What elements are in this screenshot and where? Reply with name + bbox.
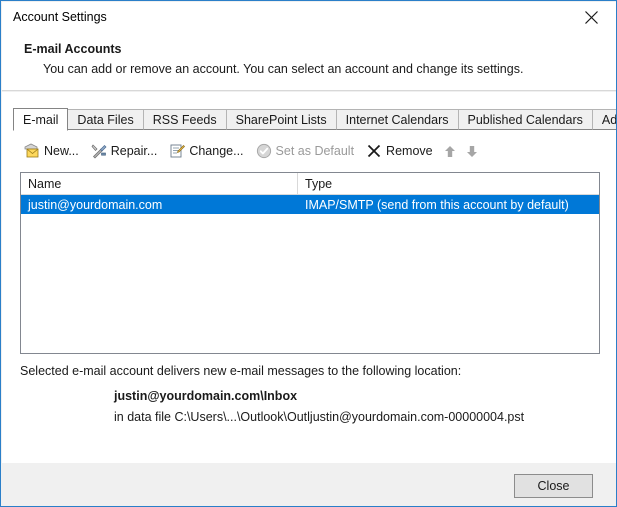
delivery-caption: Selected e-mail account delivers new e-m… <box>20 364 462 378</box>
title-bar: Account Settings <box>2 2 616 33</box>
repair-account-button[interactable]: Repair... <box>85 139 164 163</box>
account-settings-dialog: Account Settings E-mail Accounts You can… <box>0 0 617 507</box>
tab-label: Data Files <box>77 112 134 127</box>
close-button[interactable]: Close <box>514 474 593 498</box>
column-header-type[interactable]: Type <box>298 173 599 194</box>
tab-email[interactable]: E-mail <box>13 108 69 131</box>
tab-data-files[interactable]: Data Files <box>67 109 144 130</box>
tab-sharepoint-lists[interactable]: SharePoint Lists <box>225 109 337 130</box>
header-band: E-mail Accounts You can add or remove an… <box>2 33 616 91</box>
arrow-down-icon <box>466 145 477 157</box>
column-header-name[interactable]: Name <box>21 173 298 194</box>
remove-account-label: Remove <box>386 144 433 158</box>
window-title: Account Settings <box>13 10 107 24</box>
delivery-data-file: in data file C:\Users\...\Outlook\Outlju… <box>114 410 525 424</box>
change-account-label: Change... <box>189 144 244 158</box>
tab-address-books[interactable]: Address Books <box>591 109 617 130</box>
new-mail-icon <box>24 143 39 158</box>
new-account-label: New... <box>44 144 79 158</box>
tab-published-calendars[interactable]: Published Calendars <box>457 109 593 130</box>
new-account-button[interactable]: New... <box>18 139 85 163</box>
tab-label: Internet Calendars <box>345 112 449 127</box>
repair-account-label: Repair... <box>110 144 158 158</box>
dialog-body: E-mail Data Files RSS Feeds SharePoint L… <box>2 92 617 463</box>
tab-strip: E-mail Data Files RSS Feeds SharePoint L… <box>13 108 617 131</box>
repair-tools-icon <box>91 144 107 159</box>
delivery-location: justin@yourdomain.com\Inbox <box>114 389 298 403</box>
tab-label: Published Calendars <box>467 112 583 127</box>
arrow-up-icon <box>444 145 455 157</box>
dialog-footer: Close <box>2 463 616 506</box>
move-up-button[interactable] <box>439 139 461 163</box>
tab-rss-feeds[interactable]: RSS Feeds <box>142 109 227 130</box>
page-description: You can add or remove an account. You ca… <box>43 62 524 76</box>
tab-label: Address Books <box>601 112 617 127</box>
remove-account-button[interactable]: Remove <box>360 139 439 163</box>
change-account-button[interactable]: Change... <box>163 139 249 163</box>
cell-account-type: IMAP/SMTP (send from this account by def… <box>305 197 569 212</box>
tab-label: RSS Feeds <box>152 112 217 127</box>
set-as-default-label: Set as Default <box>275 144 355 158</box>
page-title: E-mail Accounts <box>24 42 122 56</box>
check-circle-icon <box>256 143 271 159</box>
close-window-button[interactable] <box>571 4 611 31</box>
accounts-toolbar: New... Repair... Change... Set as Defaul… <box>18 138 483 164</box>
cell-account-name: justin@yourdomain.com <box>28 197 163 212</box>
tab-label: E-mail <box>23 112 59 127</box>
accounts-list-header: Name Type <box>21 173 599 195</box>
table-row[interactable]: justin@yourdomain.com IMAP/SMTP (send fr… <box>21 195 599 214</box>
accounts-list[interactable]: Name Type justin@yourdomain.com IMAP/SMT… <box>20 172 600 354</box>
tab-internet-calendars[interactable]: Internet Calendars <box>335 109 459 130</box>
set-as-default-button[interactable]: Set as Default <box>250 139 361 163</box>
remove-x-icon <box>367 144 381 158</box>
tab-label: SharePoint Lists <box>235 112 327 127</box>
move-down-button[interactable] <box>461 139 483 163</box>
change-settings-icon <box>170 144 186 158</box>
close-x-icon <box>584 11 598 24</box>
